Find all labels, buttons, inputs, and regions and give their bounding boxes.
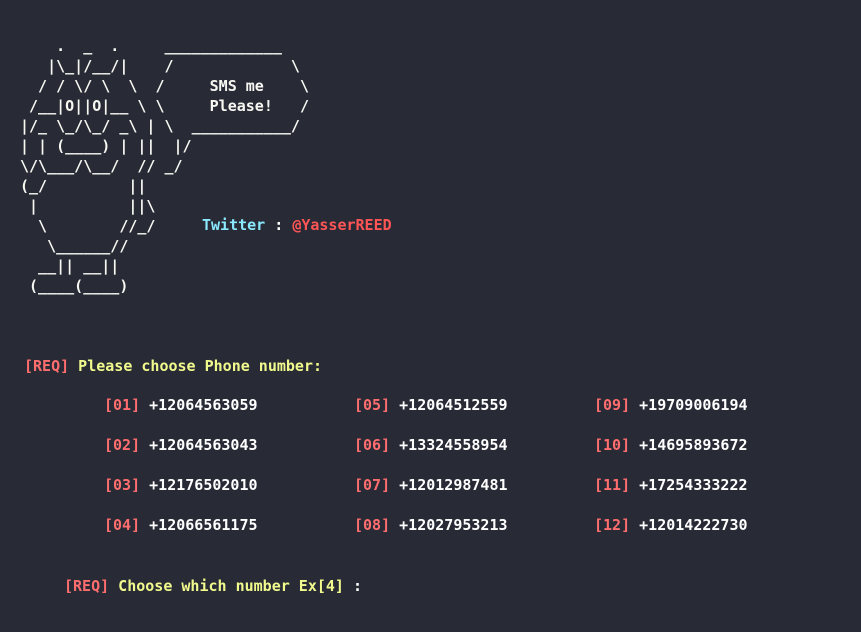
phone-option: [08] +12027953213: [354, 516, 508, 534]
phone-option: [12] +12014222730: [594, 516, 748, 534]
phone-option: [05] +12064512559: [354, 396, 508, 414]
phone-option: [04] +12066561175: [104, 516, 258, 534]
ascii-line: / / \/ \ \ / SMS me \: [20, 77, 309, 95]
ascii-line: | | (____) | || |/: [20, 137, 192, 155]
ascii-line: |/_ \_/\_/ _\ | \ ___________/: [20, 117, 300, 135]
terminal-window: . _ . _____________ |\_|/__/| / \ / / \/…: [0, 0, 861, 632]
prompt-colon: :: [353, 577, 363, 595]
phone-option: [02] +12064563043: [104, 436, 258, 454]
twitter-label: Twitter: [202, 216, 266, 234]
twitter-separator: :: [265, 216, 293, 234]
choose-phone-prompt: [REQ] Please choose Phone number:: [24, 356, 322, 376]
req-tag: [REQ]: [64, 577, 110, 595]
phone-option: [07] +12012987481: [354, 476, 508, 494]
choose-number-input-prompt[interactable]: [REQ] Choose which number Ex[4] :: [64, 576, 362, 596]
phone-option: [03] +12176502010: [104, 476, 258, 494]
ascii-line: |\_|/__/| / \: [20, 57, 300, 75]
prompt-text: Please choose Phone number:: [69, 357, 323, 375]
ascii-line: \ //_/: [20, 217, 156, 235]
ascii-line: | ||\: [20, 197, 156, 215]
phone-option: [09] +19709006194: [594, 396, 748, 414]
phone-number-list: [01] +12064563059 [02] +12064563043 [03]…: [104, 395, 804, 555]
ascii-line: . _ . _____________: [20, 37, 282, 55]
phone-option: [10] +14695893672: [594, 436, 748, 454]
phone-option: [01] +12064563059: [104, 396, 258, 414]
phone-option: [11] +17254333222: [594, 476, 748, 494]
twitter-credit: Twitter : @YasserREED: [202, 215, 392, 235]
ascii-line: \/\___/\__/ // _/: [20, 157, 183, 175]
twitter-handle: @YasserREED: [292, 216, 392, 234]
ascii-line: /__|O||O|__ \ \ Please! /: [20, 97, 309, 115]
req-tag: [REQ]: [24, 357, 70, 375]
phone-option: [06] +13324558954: [354, 436, 508, 454]
ascii-line: (____(____): [20, 277, 129, 295]
prompt-text: Choose which number Ex[4]: [109, 577, 353, 595]
ascii-line: (_/ ||: [20, 177, 147, 195]
ascii-line: __|| __||: [20, 257, 120, 275]
ascii-line: \______//: [20, 237, 129, 255]
